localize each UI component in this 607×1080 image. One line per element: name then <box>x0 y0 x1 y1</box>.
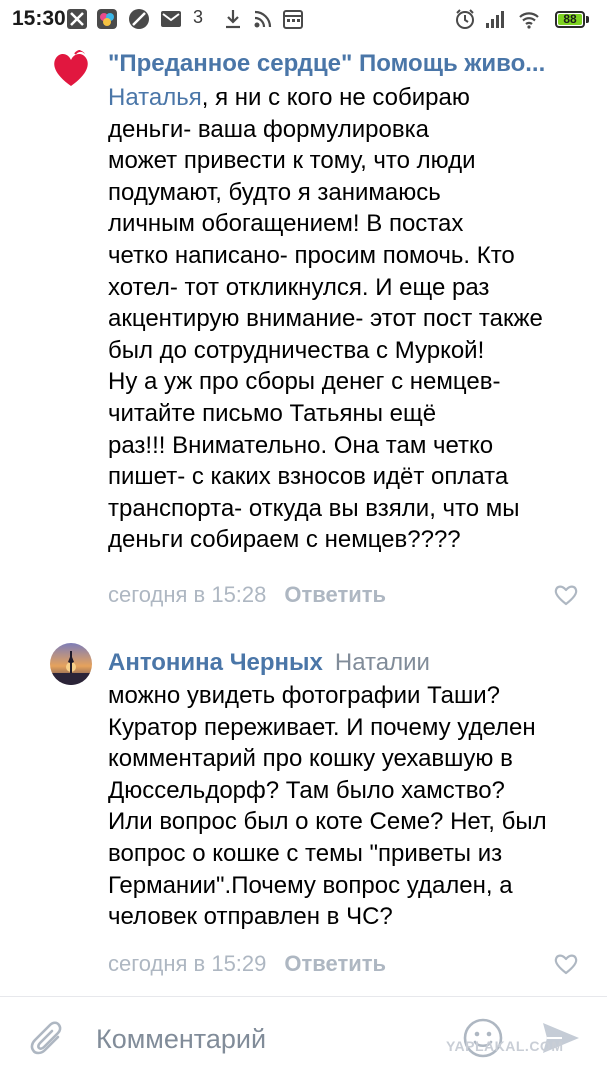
comment-line: деньги собираем с немцев???? <box>108 526 461 554</box>
reply-to-name[interactable]: Наталии <box>335 649 430 676</box>
alarm-icon <box>454 8 476 30</box>
reply-button[interactable]: Ответить <box>284 951 386 976</box>
comment-date: сегодня в 15:29 <box>108 951 267 976</box>
download-icon <box>222 8 244 30</box>
comment-line: может привести к тому, что люди <box>108 147 476 175</box>
comment-line: хотел- тот откликнулся. И еще раз <box>108 273 490 301</box>
comment-line: Или вопрос был о коте Семе? Нет, был <box>108 808 547 836</box>
comment-line: вопрос о кошке с темы "приветы из <box>108 839 503 867</box>
comment-line: Германии".Почему вопрос удален, а <box>108 871 513 899</box>
vk-app-icon <box>96 8 118 30</box>
reply-button[interactable]: Ответить <box>284 582 386 607</box>
heart-logo-icon <box>50 48 92 90</box>
comment-text: Наталья, я ни с кого не собираю деньги- … <box>108 82 588 556</box>
author-name[interactable]: "Преданное сердце" Помощь живо... <box>108 50 545 77</box>
comment-line: транспорта- откуда вы взяли, что мы <box>108 494 520 522</box>
wifi-icon <box>518 8 540 30</box>
calendar-icon <box>282 8 304 30</box>
comment-line: человек отправлен в ЧС? <box>108 903 393 931</box>
comment-line: акцентирую внимание- этот пост также <box>108 305 543 333</box>
watermark: YAPLAKAL.COM <box>446 1038 564 1054</box>
comment-line: Куратор переживает. И почему уделен <box>108 713 536 741</box>
battery-icon: 88 <box>555 11 585 28</box>
avatar[interactable] <box>50 48 92 90</box>
status-bar: 15:30 3 88 <box>0 0 607 40</box>
like-heart-icon[interactable] <box>553 583 579 607</box>
comment-line: раз!!! Внимательно. Она там четко <box>108 431 494 459</box>
battery-level: 88 <box>563 12 577 26</box>
comment-line: Наталья, я ни с кого не собираю <box>108 82 588 114</box>
comment-line: комментарий про кошку уехавшую в <box>108 745 513 773</box>
comment-date: сегодня в 15:28 <box>108 582 267 607</box>
notification-badge: 3 <box>193 7 204 27</box>
comment-line: Дюссельдорф? Там было хамство? <box>108 776 505 804</box>
comment-line-text: , я ни с кого не собираю <box>201 84 470 111</box>
avatar[interactable] <box>50 643 92 685</box>
comment-line: был до сотрудничества с Муркой! <box>108 336 485 364</box>
author-line: Антонина Черных Наталии <box>108 649 430 677</box>
blocked-icon <box>128 8 150 30</box>
comment-line: пишет- с каких взносов идёт оплата <box>108 463 509 491</box>
comment-input[interactable] <box>96 1019 436 1059</box>
comment-line: читайте письмо Татьяны ещё <box>108 399 437 427</box>
comment-line: можно увидеть фотографии Таши? <box>108 682 501 709</box>
author-line: "Преданное сердце" Помощь живо... <box>108 50 545 78</box>
status-time: 15:30 <box>12 7 66 30</box>
mention-link[interactable]: Наталья <box>108 84 202 111</box>
comment-line: деньги- ваша формулировка <box>108 115 429 143</box>
comment-line: Ну а уж про сборы денег с немцев- <box>108 368 501 396</box>
avatar-photo-icon <box>50 643 92 685</box>
comment-composer: YAPLAKAL.COM <box>0 997 607 1080</box>
rss-icon <box>252 8 274 30</box>
signal-icon <box>484 8 506 30</box>
mail-icon <box>160 8 182 30</box>
battery-nub <box>586 16 589 23</box>
like-heart-icon[interactable] <box>553 952 579 976</box>
comment-line: четко написано- просим помочь. Кто <box>108 241 515 269</box>
comment-line: подумают, будто я занимаюсь <box>108 178 441 206</box>
author-name[interactable]: Антонина Черных <box>108 649 323 676</box>
attach-paperclip-icon[interactable] <box>30 1019 66 1059</box>
comment-line: личным обогащением! В постах <box>108 210 464 238</box>
comment-meta: сегодня в 15:28 Ответить <box>108 582 386 608</box>
blocked-app-icon <box>66 8 88 30</box>
comment-meta: сегодня в 15:29 Ответить <box>108 951 386 977</box>
comment-text: можно увидеть фотографии Таши? Куратор п… <box>108 680 588 933</box>
